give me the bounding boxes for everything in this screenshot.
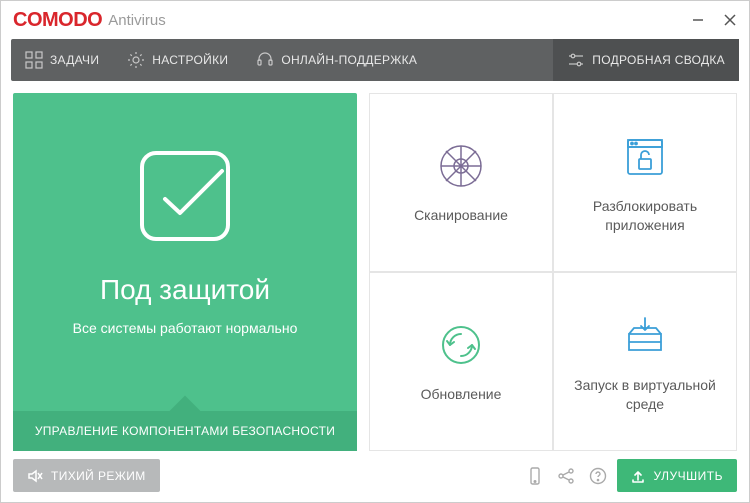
action-tiles: Сканирование Разблокировать приложения (369, 93, 737, 451)
toolbar-summary[interactable]: ПОДРОБНАЯ СВОДКА (553, 39, 739, 81)
manage-components-button[interactable]: УПРАВЛЕНИЕ КОМПОНЕНТАМИ БЕЗОПАСНОСТИ (13, 411, 357, 451)
scan-icon (437, 140, 485, 192)
tile-scan[interactable]: Сканирование (370, 94, 552, 271)
upgrade-label: УЛУЧШИТЬ (653, 469, 723, 483)
toolbar-summary-label: ПОДРОБНАЯ СВОДКА (592, 53, 725, 67)
status-check-icon (130, 141, 240, 256)
toolbar-tasks-label: ЗАДАЧИ (50, 53, 99, 67)
sandbox-icon (621, 310, 669, 362)
tile-scan-label: Сканирование (414, 206, 508, 224)
headset-icon (256, 51, 274, 69)
status-subtitle: Все системы работают нормально (73, 320, 298, 336)
manage-components-label: УПРАВЛЕНИЕ КОМПОНЕНТАМИ БЕЗОПАСНОСТИ (35, 424, 335, 438)
tile-update[interactable]: Обновление (370, 273, 552, 450)
upload-icon (631, 469, 645, 483)
tasks-icon (25, 51, 43, 69)
tile-sandbox-label: Запуск в виртуальной среде (564, 376, 726, 412)
gear-icon (127, 51, 145, 69)
toolbar: ЗАДАЧИ НАСТРОЙКИ ОНЛАЙН-ПОДДЕРЖКА ПОДРОБ… (11, 39, 739, 81)
product-name: Antivirus (108, 12, 166, 29)
tile-sandbox[interactable]: Запуск в виртуальной среде (554, 273, 736, 450)
close-button[interactable] (723, 13, 737, 27)
footer: ТИХИЙ РЕЖИМ УЛУЧШИТЬ (1, 459, 749, 502)
chevron-up-icon (160, 395, 210, 411)
share-icon[interactable] (557, 467, 575, 485)
window-controls (691, 13, 737, 27)
tile-update-label: Обновление (421, 385, 502, 403)
minimize-button[interactable] (691, 13, 705, 27)
mobile-icon[interactable] (527, 467, 543, 485)
toolbar-settings-label: НАСТРОЙКИ (152, 53, 228, 67)
refresh-icon (437, 319, 485, 371)
status-title: Под защитой (100, 274, 270, 306)
upgrade-button[interactable]: УЛУЧШИТЬ (617, 459, 737, 492)
title-bar: COMODO Antivirus (1, 1, 749, 39)
toolbar-spacer (431, 39, 553, 81)
status-card: Под защитой Все системы работают нормаль… (13, 93, 357, 451)
toolbar-tasks[interactable]: ЗАДАЧИ (11, 39, 113, 81)
silent-mode-button[interactable]: ТИХИЙ РЕЖИМ (13, 459, 160, 492)
unlock-icon (621, 131, 669, 183)
toolbar-settings[interactable]: НАСТРОЙКИ (113, 39, 242, 81)
help-icon[interactable] (589, 467, 607, 485)
mute-icon (27, 468, 43, 484)
main-area: Под защитой Все системы работают нормаль… (1, 81, 749, 459)
sliders-icon (567, 51, 585, 69)
brand-name: COMODO (13, 9, 102, 32)
silent-mode-label: ТИХИЙ РЕЖИМ (51, 469, 146, 483)
tile-unblock-label: Разблокировать приложения (564, 197, 726, 233)
toolbar-support[interactable]: ОНЛАЙН-ПОДДЕРЖКА (242, 39, 431, 81)
footer-icons (527, 467, 607, 485)
tile-unblock[interactable]: Разблокировать приложения (554, 94, 736, 271)
toolbar-support-label: ОНЛАЙН-ПОДДЕРЖКА (281, 53, 417, 67)
